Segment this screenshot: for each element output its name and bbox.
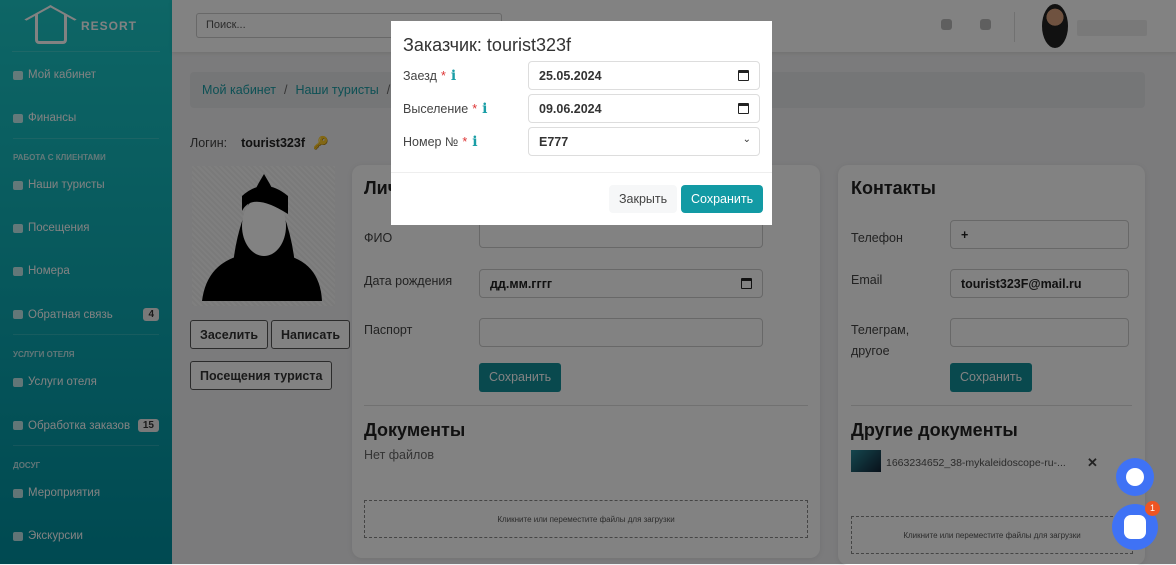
info-icon[interactable]: i — [451, 68, 456, 84]
calendar-icon[interactable] — [738, 70, 749, 81]
calendar-icon[interactable] — [738, 103, 749, 114]
chat-icon — [1124, 515, 1146, 539]
info-icon[interactable]: i — [482, 101, 487, 117]
checkout-label: Выселение * i — [403, 101, 487, 117]
date-value: 09.06.2024 — [539, 102, 602, 116]
chevron-down-icon: ⌄ — [742, 134, 751, 145]
selected-room: E777 — [539, 135, 569, 149]
checkout-date-input[interactable]: 09.06.2024 — [528, 94, 760, 123]
label-text: Номер № — [403, 135, 459, 149]
viber-button[interactable] — [1116, 458, 1154, 496]
save-button[interactable]: Сохранить — [681, 185, 764, 213]
room-select[interactable]: E777 ⌄ — [528, 127, 760, 156]
modal-title: Заказчик: tourist323f — [403, 35, 571, 55]
phone-icon — [1126, 468, 1144, 486]
booking-modal: Заказчик: tourist323f Заезд * i 25.05.2024… — [391, 21, 772, 225]
required-mark: * — [462, 135, 468, 149]
close-button[interactable]: Закрыть — [609, 185, 678, 213]
info-icon[interactable]: i — [472, 134, 477, 150]
required-mark: * — [472, 102, 478, 116]
checkin-date-input[interactable]: 25.05.2024 — [528, 61, 760, 90]
label-text: Выселение — [403, 102, 469, 116]
label-text: Заезд — [403, 69, 437, 83]
required-mark: * — [440, 69, 446, 83]
modal-footer-divider — [391, 172, 772, 173]
room-label: Номер № * i — [403, 134, 478, 150]
checkin-label: Заезд * i — [403, 68, 456, 84]
date-value: 25.05.2024 — [539, 69, 602, 83]
unread-badge: 1 — [1145, 501, 1160, 516]
